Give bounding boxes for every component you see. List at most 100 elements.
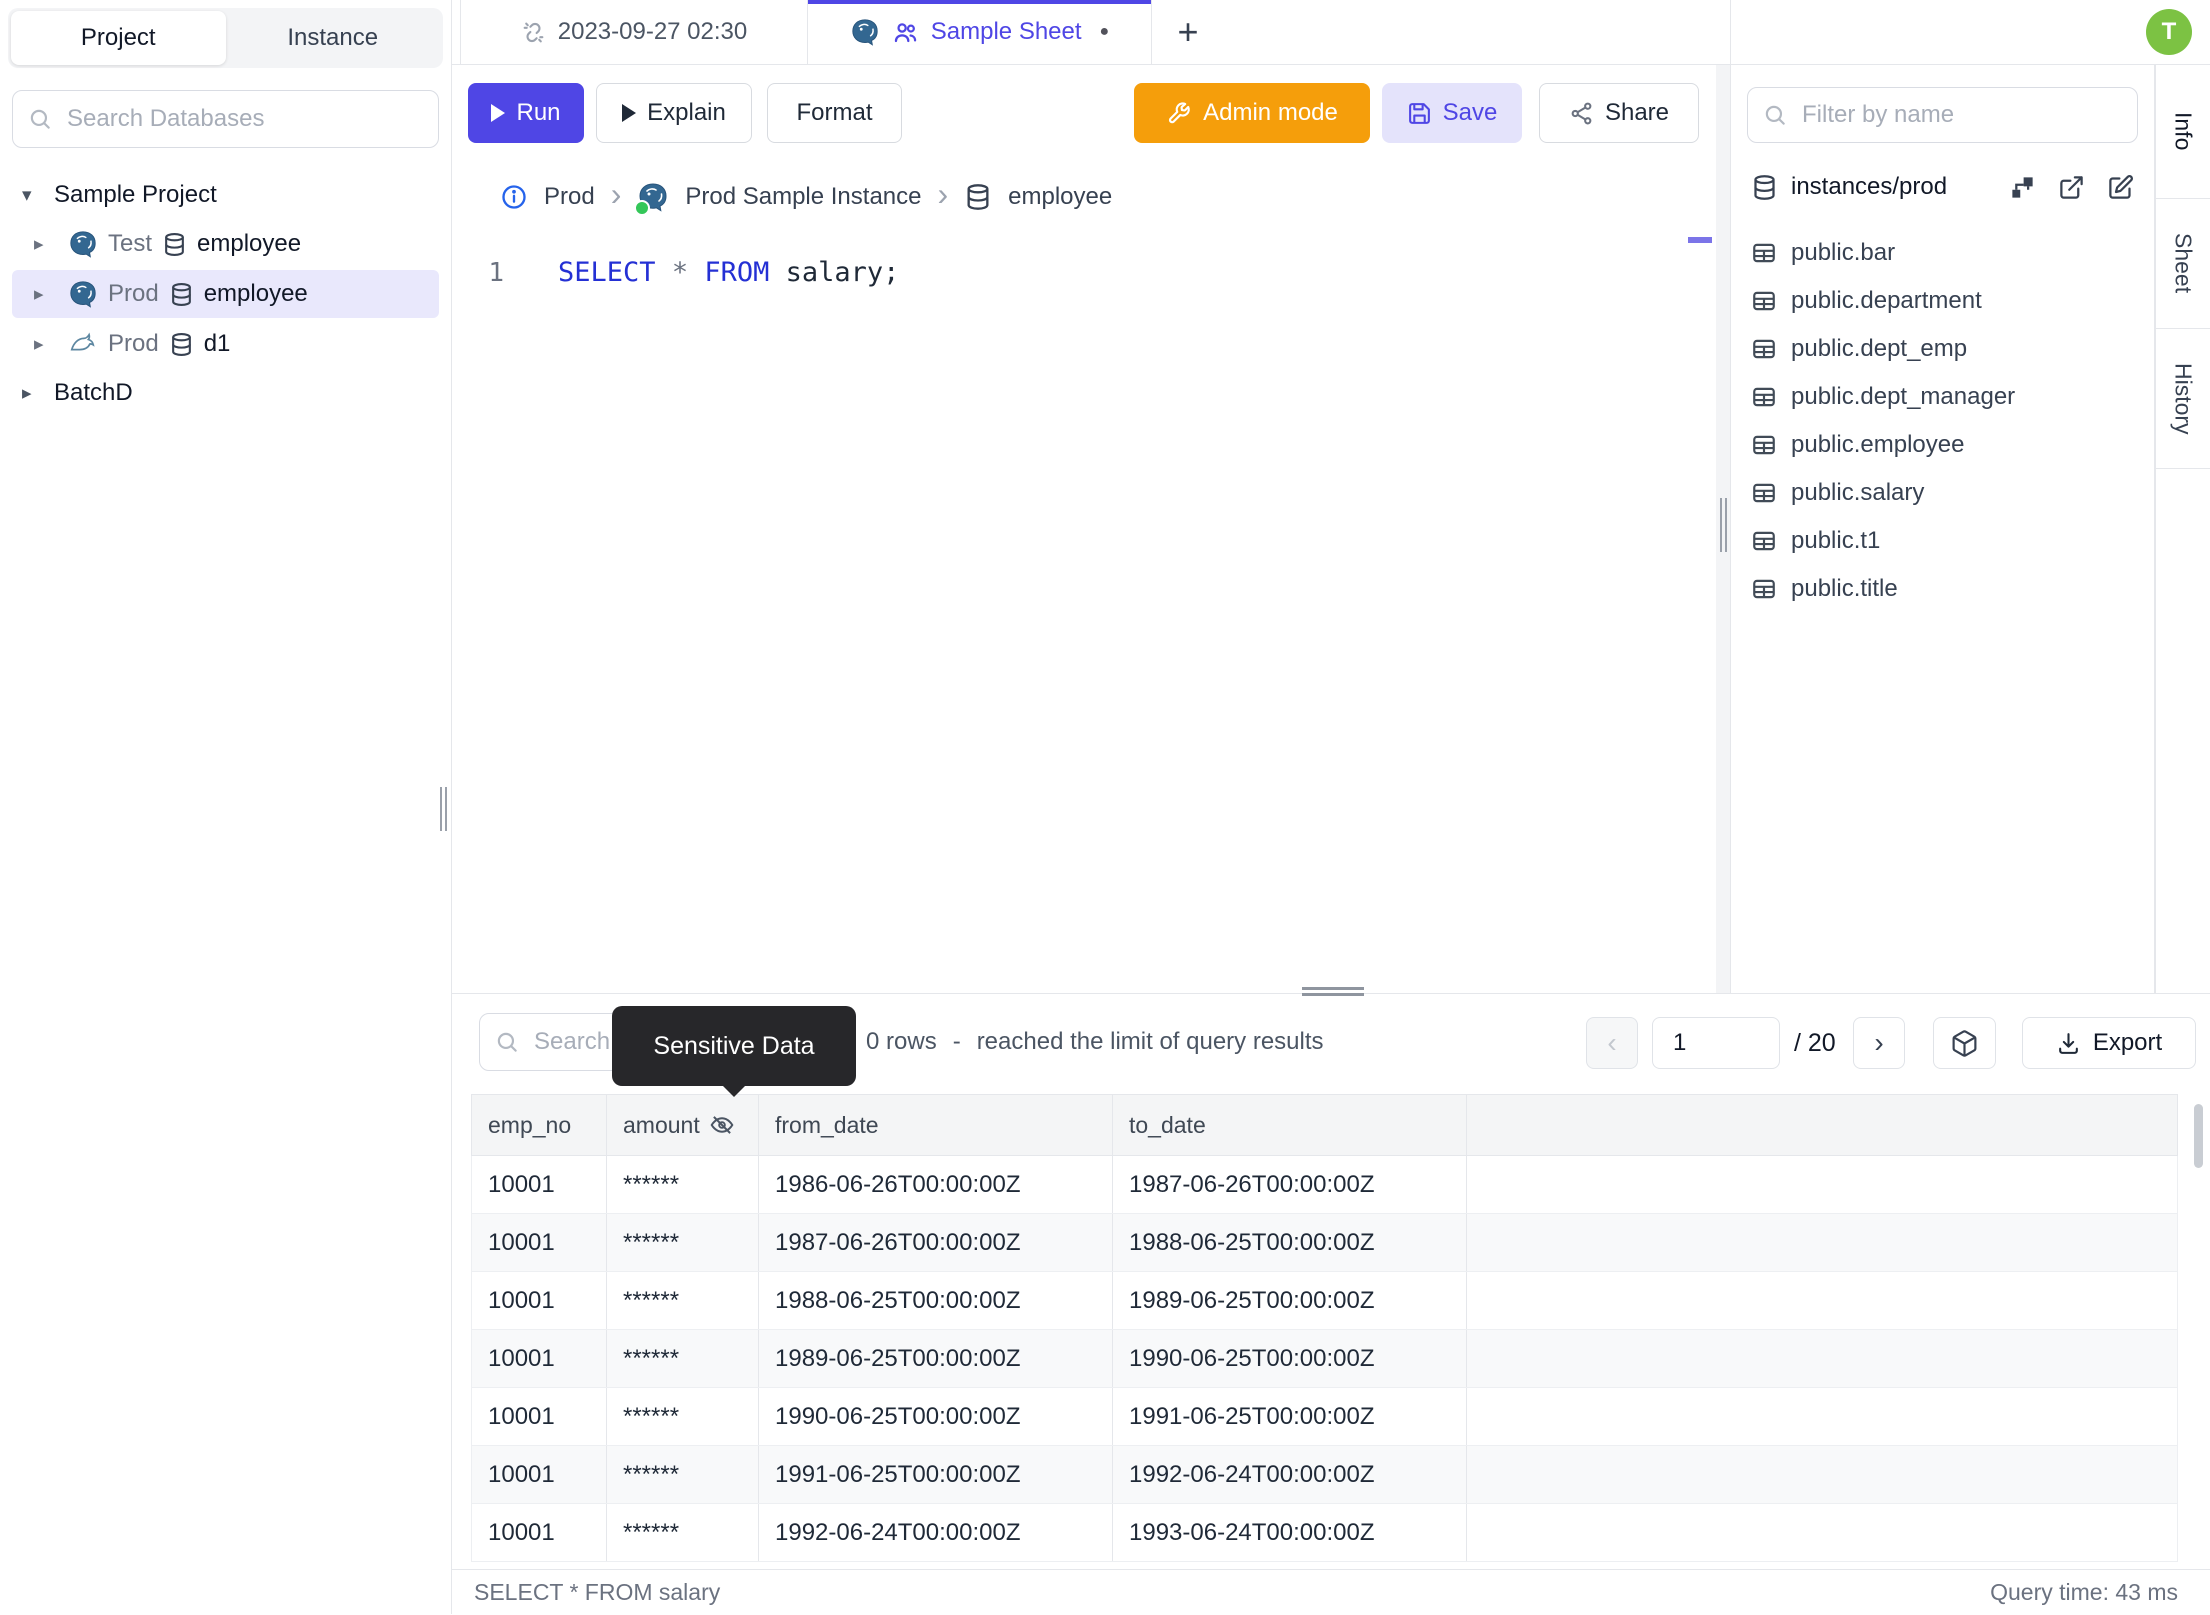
schema-table-item[interactable]: public.title bbox=[1731, 565, 2154, 613]
panel-resize-handle[interactable] bbox=[1725, 498, 1727, 552]
breadcrumb-instance[interactable]: Prod Sample Instance bbox=[685, 183, 921, 211]
results-resize-handle[interactable] bbox=[1302, 993, 1364, 996]
search-icon bbox=[497, 1032, 517, 1052]
caret-down-icon[interactable]: ▾ bbox=[22, 184, 46, 207]
schema-table-item[interactable]: public.t1 bbox=[1731, 517, 2154, 565]
tree-item-batchd[interactable]: ▸ BatchD bbox=[0, 370, 451, 416]
table-row[interactable]: 10001 ****** 1987-06-26T00:00:00Z 1988-0… bbox=[471, 1214, 2178, 1272]
sheet-tab-history[interactable]: 2023-09-27 02:30 bbox=[460, 0, 808, 64]
cell-to-date[interactable]: 1991-06-25T00:00:00Z bbox=[1113, 1388, 1467, 1445]
schema-table-item[interactable]: public.employee bbox=[1731, 421, 2154, 469]
column-header-emp-no[interactable]: emp_no bbox=[472, 1095, 607, 1155]
panel-resize-handle[interactable] bbox=[1720, 498, 1722, 552]
new-tab-button[interactable]: + bbox=[1164, 0, 1212, 64]
cell-to-date[interactable]: 1993-06-24T00:00:00Z bbox=[1113, 1504, 1467, 1561]
search-databases-field[interactable] bbox=[12, 90, 439, 148]
cell-to-date[interactable]: 1987-06-26T00:00:00Z bbox=[1113, 1156, 1467, 1213]
panel-resize-gutter[interactable] bbox=[1716, 65, 1730, 993]
next-page-button[interactable]: › bbox=[1853, 1017, 1905, 1069]
tree-item-test-employee[interactable]: ▸ Test employee bbox=[12, 220, 439, 268]
schema-table-item[interactable]: public.dept_manager bbox=[1731, 373, 2154, 421]
result-options-button[interactable] bbox=[1933, 1017, 1996, 1069]
column-header-to-date[interactable]: to_date bbox=[1113, 1095, 1467, 1155]
cell-emp-no[interactable]: 10001 bbox=[472, 1156, 607, 1213]
table-row[interactable]: 10001 ****** 1989-06-25T00:00:00Z 1990-0… bbox=[471, 1330, 2178, 1388]
cell-to-date[interactable]: 1992-06-24T00:00:00Z bbox=[1113, 1446, 1467, 1503]
tab-history[interactable]: History bbox=[2156, 329, 2210, 469]
eye-off-icon[interactable] bbox=[709, 1112, 735, 1138]
schema-table-item[interactable]: public.bar bbox=[1731, 229, 2154, 277]
cell-emp-no[interactable]: 10001 bbox=[472, 1214, 607, 1271]
schema-diagram-icon[interactable] bbox=[2009, 174, 2036, 201]
schema-table-item[interactable]: public.dept_emp bbox=[1731, 325, 2154, 373]
breadcrumb-database[interactable]: employee bbox=[1008, 183, 1112, 211]
cell-emp-no[interactable]: 10001 bbox=[472, 1446, 607, 1503]
cell-amount-masked[interactable]: ****** bbox=[607, 1214, 759, 1271]
table-row[interactable]: 10001 ****** 1991-06-25T00:00:00Z 1992-0… bbox=[471, 1446, 2178, 1504]
cell-from-date[interactable]: 1990-06-25T00:00:00Z bbox=[759, 1388, 1113, 1445]
format-button[interactable]: Format bbox=[767, 83, 902, 143]
sheet-tab-active[interactable]: Sample Sheet ● bbox=[808, 0, 1152, 64]
cell-amount-masked[interactable]: ****** bbox=[607, 1272, 759, 1329]
page-number-input[interactable] bbox=[1652, 1017, 1780, 1069]
caret-right-icon[interactable]: ▸ bbox=[22, 382, 46, 405]
run-button[interactable]: Run bbox=[468, 83, 584, 143]
table-row[interactable]: 10001 ****** 1986-06-26T00:00:00Z 1987-0… bbox=[471, 1156, 2178, 1214]
cell-amount-masked[interactable]: ****** bbox=[607, 1156, 759, 1213]
cell-from-date[interactable]: 1986-06-26T00:00:00Z bbox=[759, 1156, 1113, 1213]
column-header-amount[interactable]: amount bbox=[607, 1095, 759, 1155]
schema-table-item[interactable]: public.department bbox=[1731, 277, 2154, 325]
sql-line[interactable]: 1 SELECT * FROM salary; bbox=[452, 253, 1730, 293]
explain-button[interactable]: Explain bbox=[596, 83, 752, 143]
column-header-from-date[interactable]: from_date bbox=[759, 1095, 1113, 1155]
cell-to-date[interactable]: 1989-06-25T00:00:00Z bbox=[1113, 1272, 1467, 1329]
tree-item-prod-employee[interactable]: ▸ Prod employee bbox=[12, 270, 439, 318]
table-row[interactable]: 10001 ****** 1992-06-24T00:00:00Z 1993-0… bbox=[471, 1504, 2178, 1562]
table-row[interactable]: 10001 ****** 1988-06-25T00:00:00Z 1989-0… bbox=[471, 1272, 2178, 1330]
tree-item-prod-d1[interactable]: ▸ Prod d1 bbox=[12, 320, 439, 368]
results-scrollbar[interactable] bbox=[2194, 1104, 2203, 1168]
tab-sheet[interactable]: Sheet bbox=[2156, 199, 2210, 329]
admin-mode-button[interactable]: Admin mode bbox=[1134, 83, 1370, 143]
external-link-icon[interactable] bbox=[2058, 174, 2085, 201]
cell-amount-masked[interactable]: ****** bbox=[607, 1504, 759, 1561]
cell-emp-no[interactable]: 10001 bbox=[472, 1272, 607, 1329]
table-row[interactable]: 10001 ****** 1990-06-25T00:00:00Z 1991-0… bbox=[471, 1388, 2178, 1446]
cell-from-date[interactable]: 1988-06-25T00:00:00Z bbox=[759, 1272, 1113, 1329]
cell-to-date[interactable]: 1990-06-25T00:00:00Z bbox=[1113, 1330, 1467, 1387]
tree-item-project[interactable]: ▾ Sample Project bbox=[0, 172, 451, 218]
filter-field[interactable] bbox=[1747, 87, 2138, 143]
info-icon[interactable] bbox=[500, 183, 528, 211]
cell-from-date[interactable]: 1989-06-25T00:00:00Z bbox=[759, 1330, 1113, 1387]
cell-from-date[interactable]: 1991-06-25T00:00:00Z bbox=[759, 1446, 1113, 1503]
export-button[interactable]: Export bbox=[2022, 1017, 2196, 1069]
tab-info[interactable]: Info bbox=[2156, 65, 2210, 199]
cell-amount-masked[interactable]: ****** bbox=[607, 1446, 759, 1503]
cell-from-date[interactable]: 1987-06-26T00:00:00Z bbox=[759, 1214, 1113, 1271]
cell-emp-no[interactable]: 10001 bbox=[472, 1388, 607, 1445]
search-databases-input[interactable] bbox=[65, 104, 424, 134]
caret-right-icon[interactable]: ▸ bbox=[34, 233, 58, 256]
share-button[interactable]: Share bbox=[1539, 83, 1699, 143]
breadcrumb-environment[interactable]: Prod bbox=[544, 183, 595, 211]
edit-icon[interactable] bbox=[2107, 174, 2134, 201]
cell-emp-no[interactable]: 10001 bbox=[472, 1504, 607, 1561]
sql-editor[interactable]: 1 SELECT * FROM salary; bbox=[452, 227, 1730, 293]
save-button[interactable]: Save bbox=[1382, 83, 1522, 143]
cell-amount-masked[interactable]: ****** bbox=[607, 1330, 759, 1387]
caret-right-icon[interactable]: ▸ bbox=[34, 333, 58, 356]
results-resize-handle[interactable] bbox=[1302, 987, 1364, 990]
cell-emp-no[interactable]: 10001 bbox=[472, 1330, 607, 1387]
schema-table-item[interactable]: public.salary bbox=[1731, 469, 2154, 517]
user-avatar[interactable]: T bbox=[2146, 9, 2192, 55]
prev-page-button[interactable]: ‹ bbox=[1586, 1017, 1638, 1069]
sidebar-resize-handle[interactable] bbox=[440, 787, 442, 831]
filter-input[interactable] bbox=[1800, 100, 2123, 130]
tab-project[interactable]: Project bbox=[11, 11, 226, 65]
cell-amount-masked[interactable]: ****** bbox=[607, 1388, 759, 1445]
cell-to-date[interactable]: 1988-06-25T00:00:00Z bbox=[1113, 1214, 1467, 1271]
tab-instance[interactable]: Instance bbox=[226, 11, 441, 65]
cell-from-date[interactable]: 1992-06-24T00:00:00Z bbox=[759, 1504, 1113, 1561]
caret-right-icon[interactable]: ▸ bbox=[34, 283, 58, 306]
sidebar-resize-handle[interactable] bbox=[445, 787, 447, 831]
